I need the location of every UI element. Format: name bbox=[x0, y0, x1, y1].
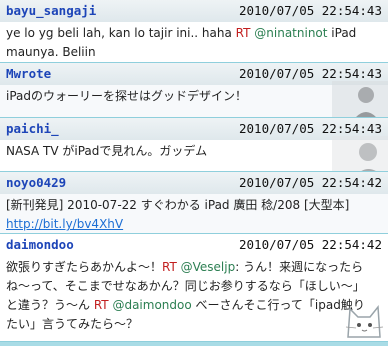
tweet-item[interactable]: daimondoo 2010/07/05 22:54:42 欲張りすぎたらあかん… bbox=[0, 234, 388, 342]
tweet-item[interactable]: bayu_sangaji 2010/07/05 22:54:43 ye lo y… bbox=[0, 0, 388, 63]
tweet-item[interactable]: noyo0429 2010/07/05 22:54:42 [新刊発見] 2010… bbox=[0, 172, 388, 234]
tweet-timestamp: 2010/07/05 22:54:43 bbox=[239, 66, 382, 81]
tweet-text-line: iPadのウォーリーを探せはグッドデザイン！ bbox=[6, 89, 248, 103]
tweet-timestamp: 2010/07/05 22:54:42 bbox=[239, 237, 382, 252]
tweet-text: [新刊発見] 2010-07-22 すぐわかる iPad 廣田 稔/208 [大… bbox=[6, 196, 376, 233]
tweet-text-part: iPad bbox=[327, 26, 357, 40]
tweet-text-part: べーさんそこ行って「ipad触り bbox=[191, 298, 365, 312]
tweet-text-part: 欲張りすぎたらあかんよ〜！ bbox=[6, 260, 163, 274]
retweet-marker: RT bbox=[93, 298, 109, 312]
timeline: bayu_sangaji 2010/07/05 22:54:43 ye lo y… bbox=[0, 0, 388, 346]
tweet-item[interactable]: paichi_ 2010/07/05 22:54:43 NASA TV がiPa… bbox=[0, 118, 388, 172]
tweet-text-line: たい」言うてみたら〜？ bbox=[6, 317, 139, 331]
tweet-username[interactable]: Mwrote bbox=[6, 66, 51, 81]
tweet-text-line: NASA TV がiPadで見れん。ガッデム bbox=[6, 144, 208, 158]
retweet-marker: RT bbox=[162, 260, 177, 274]
cat-mascot-icon bbox=[345, 305, 384, 338]
tweet-text: NASA TV がiPadで見れん。ガッデム bbox=[6, 142, 376, 161]
mention-link[interactable]: @daimondoo bbox=[112, 298, 191, 312]
retweet-marker: RT bbox=[235, 26, 251, 40]
tweet-timestamp: 2010/07/05 22:54:42 bbox=[239, 175, 382, 190]
mention-link[interactable]: @Veseljp bbox=[181, 260, 236, 274]
tweet-username[interactable]: noyo0429 bbox=[6, 175, 66, 190]
tweet-username[interactable]: paichi_ bbox=[6, 121, 59, 136]
tweet-text-part: : うん！来週になったら bbox=[235, 260, 364, 274]
tweet-header: bayu_sangaji 2010/07/05 22:54:43 bbox=[0, 0, 388, 22]
tweet-header: daimondoo 2010/07/05 22:54:42 bbox=[0, 234, 388, 256]
tweet-timestamp: 2010/07/05 22:54:43 bbox=[239, 121, 382, 136]
mention-link[interactable]: @ninatninot bbox=[254, 26, 327, 40]
tweet-text-part: と違う？う〜ん bbox=[6, 298, 94, 312]
tweet-header: paichi_ 2010/07/05 22:54:43 bbox=[0, 118, 388, 140]
tweet-username[interactable]: daimondoo bbox=[6, 237, 74, 252]
tweet-header: Mwrote 2010/07/05 22:54:43 bbox=[0, 63, 388, 85]
tweet-text-line: ね〜って、そこまでせなあかん？同じお参りするなら「ほしい〜」 bbox=[6, 279, 365, 293]
tweet-timestamp: 2010/07/05 22:54:43 bbox=[239, 3, 382, 18]
tweet-item[interactable]: Mwrote 2010/07/05 22:54:43 iPadのウォーリーを探せ… bbox=[0, 63, 388, 118]
tweet-text-part: ye lo yg beli lah, kan lo tajir ini.. ha… bbox=[6, 26, 236, 40]
short-url-link[interactable]: http://bit.ly/bv4XhV bbox=[6, 217, 123, 231]
tweet-username[interactable]: bayu_sangaji bbox=[6, 3, 96, 18]
tweet-text-line: [新刊発見] 2010-07-22 すぐわかる iPad 廣田 稔/208 [大… bbox=[6, 198, 350, 212]
tweet-text: ye lo yg beli lah, kan lo tajir ini.. ha… bbox=[6, 24, 376, 62]
tweet-text: iPadのウォーリーを探せはグッドデザイン！ bbox=[6, 87, 376, 106]
tweet-header: noyo0429 2010/07/05 22:54:42 bbox=[0, 172, 388, 194]
tweet-text: 欲張りすぎたらあかんよ〜！RT @Veseljp: うん！来週になったら ね〜っ… bbox=[6, 258, 376, 334]
tweet-text-line: maunya. Beliin bbox=[6, 45, 96, 59]
